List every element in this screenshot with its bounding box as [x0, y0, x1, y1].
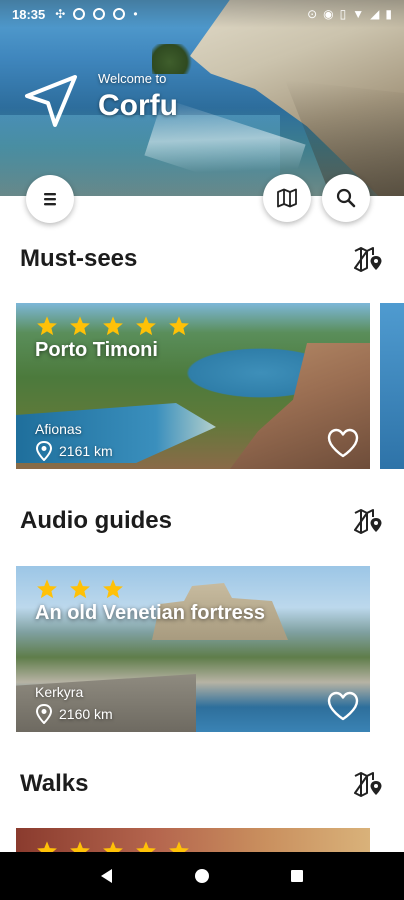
star-icon	[169, 841, 189, 852]
location-pin-icon	[35, 704, 53, 724]
recents-icon	[290, 870, 303, 882]
rating-stars	[36, 840, 190, 852]
location-icon: ⊙	[307, 7, 318, 21]
star-icon	[70, 841, 90, 852]
star-icon	[37, 579, 57, 599]
star-icon	[103, 841, 123, 852]
search-icon	[336, 188, 356, 208]
nav-recents-button[interactable]	[281, 860, 313, 892]
section-map-button[interactable]	[352, 505, 384, 537]
city-title: Corfu	[98, 89, 178, 122]
system-nav-bar	[0, 852, 404, 900]
star-icon	[136, 841, 156, 852]
star-icon	[103, 579, 123, 599]
map-button[interactable]	[263, 174, 311, 222]
star-icon	[37, 841, 57, 852]
app-icon	[73, 8, 86, 20]
signal-icon: ◢	[370, 7, 380, 21]
status-bar: 18:35 ✣ • ⊙ ◉ ▯ ▼ ◢ ▮	[0, 0, 404, 28]
map-marker-icon	[354, 509, 382, 534]
search-button[interactable]	[322, 174, 370, 222]
section-map-button[interactable]	[352, 768, 384, 800]
back-icon	[101, 869, 113, 883]
app-icon	[113, 8, 126, 20]
attraction-card[interactable]: An old Venetian fortress Kerkyra 2160 km	[16, 566, 370, 732]
brand-text: Welcome to Corfu	[98, 72, 178, 124]
section-title: Audio guides	[20, 507, 172, 534]
star-icon	[70, 579, 90, 599]
map-icon	[277, 188, 297, 208]
next-card-peek[interactable]	[380, 303, 404, 469]
card-place: Afionas	[35, 421, 82, 437]
wifi-icon: ▼	[352, 7, 365, 21]
fan-icon: ✣	[55, 7, 66, 21]
card-distance: 2161 km	[35, 441, 113, 461]
section-header-audio-guides: Audio guides	[20, 506, 384, 536]
map-marker-icon	[354, 772, 382, 797]
star-icon	[103, 316, 123, 336]
nav-home-button[interactable]	[186, 860, 218, 892]
favorite-heart-icon[interactable]	[326, 690, 360, 722]
attraction-card[interactable]	[16, 828, 370, 852]
star-icon	[70, 316, 90, 336]
app-icon	[93, 8, 106, 20]
card-place: Kerkyra	[35, 684, 84, 700]
status-left-icons: ✣ •	[55, 7, 137, 21]
rating-stars	[36, 578, 124, 600]
battery-icon: ▮	[385, 7, 392, 21]
section-map-button[interactable]	[352, 243, 384, 275]
card-distance: 2160 km	[35, 704, 113, 724]
section-header-walks: Walks	[20, 769, 384, 799]
section-title: Walks	[20, 770, 89, 797]
distance-label: 2161 km	[59, 443, 113, 459]
vibrate-icon: ▯	[339, 7, 347, 21]
brand: Welcome to Corfu	[24, 72, 178, 128]
dot-icon: •	[133, 7, 138, 21]
hero-trees	[152, 44, 196, 74]
distance-label: 2160 km	[59, 706, 113, 722]
status-right-icons: ⊙ ◉ ▯ ▼ ◢ ▮	[307, 7, 392, 21]
navigation-arrow-icon	[25, 75, 77, 127]
star-icon	[136, 316, 156, 336]
section-title: Must-sees	[20, 245, 138, 272]
section-header-must-sees: Must-sees	[20, 244, 384, 274]
menu-button[interactable]	[26, 175, 74, 223]
status-time: 18:35	[12, 6, 46, 22]
nav-back-button[interactable]	[91, 860, 123, 892]
rating-stars	[36, 315, 190, 337]
attraction-card[interactable]: Porto Timoni Afionas 2161 km	[16, 303, 370, 469]
map-marker-icon	[354, 247, 382, 272]
card-title: An old Venetian fortress	[35, 602, 266, 624]
home-icon	[194, 869, 209, 883]
menu-icon	[44, 193, 56, 206]
hotspot-icon: ◉	[323, 7, 334, 21]
star-icon	[169, 316, 189, 336]
star-icon	[37, 316, 57, 336]
location-pin-icon	[35, 441, 53, 461]
card-title: Porto Timoni	[35, 339, 158, 361]
favorite-heart-icon[interactable]	[326, 427, 360, 459]
welcome-label: Welcome to	[98, 71, 167, 86]
hero-banner: 18:35 ✣ • ⊙ ◉ ▯ ▼ ◢ ▮ Welcome to Corfu	[0, 0, 404, 196]
